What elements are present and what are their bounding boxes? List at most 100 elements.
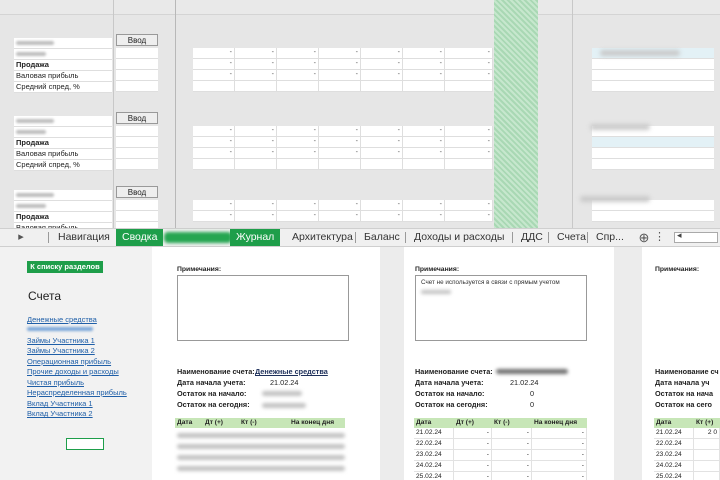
row-sales: Продажа <box>14 138 112 149</box>
opening-balance-label: Остаток на начало: <box>415 389 485 398</box>
add-sheet-icon[interactable]: ⊕ <box>636 229 652 246</box>
enter-button[interactable]: Ввод <box>116 186 158 198</box>
tab-balance[interactable]: Баланс <box>358 229 406 246</box>
blurred-label <box>14 190 112 201</box>
notes-text: Счет не используется в связи с прямым уч… <box>421 279 560 286</box>
data-grid[interactable]: ------- ------- ------- <box>193 126 493 170</box>
blurred-row <box>177 444 345 449</box>
data-grid[interactable]: ------- ------- <box>193 200 493 222</box>
top-sheet-grid[interactable]: Ввод Продажа Валовая прибыль Средний спр… <box>0 0 720 228</box>
table-row[interactable]: 25.02.24- - - <box>414 472 587 480</box>
account-panel-cash: Примечания: Наименование счета: Денежные… <box>152 247 380 480</box>
scroll-left-icon[interactable]: ◂ <box>677 230 682 241</box>
table-row[interactable]: 24.02.24- - - <box>414 461 587 472</box>
notes-box[interactable] <box>177 275 349 341</box>
blurred-row <box>177 466 345 471</box>
row-average-spread: Средний спред, % <box>14 160 112 171</box>
start-date-label: Дата начала учета: <box>177 378 246 387</box>
start-date-label: Дата начала учета: <box>415 378 484 387</box>
accounts-sheet[interactable]: К списку разделов Счета Денежные средств… <box>0 247 720 480</box>
back-to-sections-button[interactable]: К списку разделов <box>27 261 103 273</box>
column-divider <box>572 0 573 228</box>
account-panel-partial: Примечания: Наименование сч Дата начала … <box>642 247 720 480</box>
link-loans-participant-1[interactable]: Займы Участника 1 <box>27 336 95 345</box>
account-name-value[interactable]: Денежные средства <box>255 367 328 376</box>
table-row[interactable]: 23.02.24- - - <box>414 450 587 461</box>
notes-label: Примечания: <box>655 266 700 273</box>
column-divider <box>113 0 114 228</box>
link-contribution-participant-2[interactable]: Вклад Участника 2 <box>27 409 93 418</box>
tab-summary[interactable]: Сводка <box>116 229 164 246</box>
blurred-row <box>177 433 345 438</box>
tab-accounts[interactable]: Счета <box>551 229 592 246</box>
panel-gap <box>614 247 642 480</box>
account-name-label: Наименование счета: <box>415 367 493 376</box>
tab-journal[interactable]: Журнал <box>230 229 281 246</box>
options-icon[interactable]: ⋮ <box>654 229 665 246</box>
tab-blurred[interactable] <box>164 232 232 243</box>
link-blurred[interactable] <box>27 327 93 331</box>
link-net-profit[interactable]: Чистая прибыль <box>27 378 84 387</box>
tab-navigation[interactable]: Навигация <box>52 229 116 246</box>
link-operating-profit[interactable]: Операционная прибыль <box>27 357 111 366</box>
enter-button[interactable]: Ввод <box>116 112 158 124</box>
table-row[interactable]: 21.02.24- - - <box>414 428 587 439</box>
link-retained-earnings[interactable]: Нераспределенная прибыль <box>27 388 127 397</box>
blurred-label <box>14 49 112 60</box>
row-gross-profit: Валовая прибыль <box>14 149 112 160</box>
tab-cashflow[interactable]: ДДС <box>515 229 549 246</box>
column-divider <box>175 0 176 228</box>
opening-balance-label: Остаток на нача <box>655 389 714 398</box>
row-average-spread: Средний спред, % <box>14 82 112 93</box>
selected-cell[interactable] <box>66 438 104 450</box>
blurred-label <box>14 201 112 212</box>
value-column <box>116 200 158 228</box>
sheet-tab-bar: ▸ Навигация Сводка Журнал Архитектура Ба… <box>0 228 720 247</box>
blurred-text <box>421 290 451 294</box>
opening-balance-label: Остаток на начало: <box>177 389 247 398</box>
link-loans-participant-2[interactable]: Займы Участника 2 <box>27 346 95 355</box>
link-contribution-participant-1[interactable]: Вклад Участника 1 <box>27 399 93 408</box>
top-header-band <box>0 0 720 15</box>
row-sales: Продажа <box>14 212 112 223</box>
next-sheet-arrow-icon[interactable]: ▸ <box>14 229 28 246</box>
link-cash[interactable]: Денежные средства <box>27 315 97 324</box>
table-row[interactable]: 22.02.24- - - <box>414 439 587 450</box>
blurred-value <box>262 391 302 396</box>
blurred-label <box>14 116 112 127</box>
notes-label: Примечания: <box>415 266 460 273</box>
current-balance-label: Остаток на сего <box>655 400 712 409</box>
horizontal-scrollbar[interactable]: ◂ <box>674 230 718 243</box>
notes-box[interactable]: Счет не используется в связи с прямым уч… <box>415 275 587 341</box>
table-row[interactable]: 23.02.24 <box>654 450 720 461</box>
link-other-income-expenses[interactable]: Прочие доходы и расходы <box>27 367 119 376</box>
value-column <box>116 48 158 92</box>
row-sales: Продажа <box>14 60 112 71</box>
blurred-value <box>590 124 650 130</box>
value-column <box>116 126 158 170</box>
blurred-label <box>14 38 112 49</box>
metrics-block: Продажа Валовая прибыль <box>14 190 112 228</box>
table-row[interactable]: 25.02.24 <box>654 472 720 480</box>
blurred-label <box>14 127 112 138</box>
enter-button[interactable]: Ввод <box>116 34 158 46</box>
highlighted-column <box>494 0 538 228</box>
data-grid[interactable]: ------- ------- ------- <box>193 48 493 92</box>
table-row[interactable]: 22.02.24 <box>654 439 720 450</box>
table-header: Дата Дт (+) Кт (-) На конец дня <box>175 418 345 428</box>
page-title: Счета <box>28 289 62 303</box>
account-name-label: Наименование счета: <box>177 367 255 376</box>
tab-reference[interactable]: Спр... <box>590 229 630 246</box>
transactions-table: 21.02.24 2 0 22.02.24 23.02.24 24.02.24 2… <box>654 428 720 480</box>
blurred-value <box>262 403 306 408</box>
table-row[interactable]: 21.02.24 2 0 <box>654 428 720 439</box>
blurred-value <box>600 50 680 56</box>
blurred-account-name[interactable] <box>496 369 568 374</box>
tab-income-expenses[interactable]: Доходы и расходы <box>408 229 510 246</box>
start-date-label: Дата начала уч <box>655 378 710 387</box>
right-summary-panel <box>592 126 714 170</box>
table-row[interactable]: 24.02.24 <box>654 461 720 472</box>
notes-label: Примечания: <box>177 266 222 273</box>
tab-architecture[interactable]: Архитектура <box>286 229 359 246</box>
current-balance-label: Остаток на сегодня: <box>415 400 488 409</box>
